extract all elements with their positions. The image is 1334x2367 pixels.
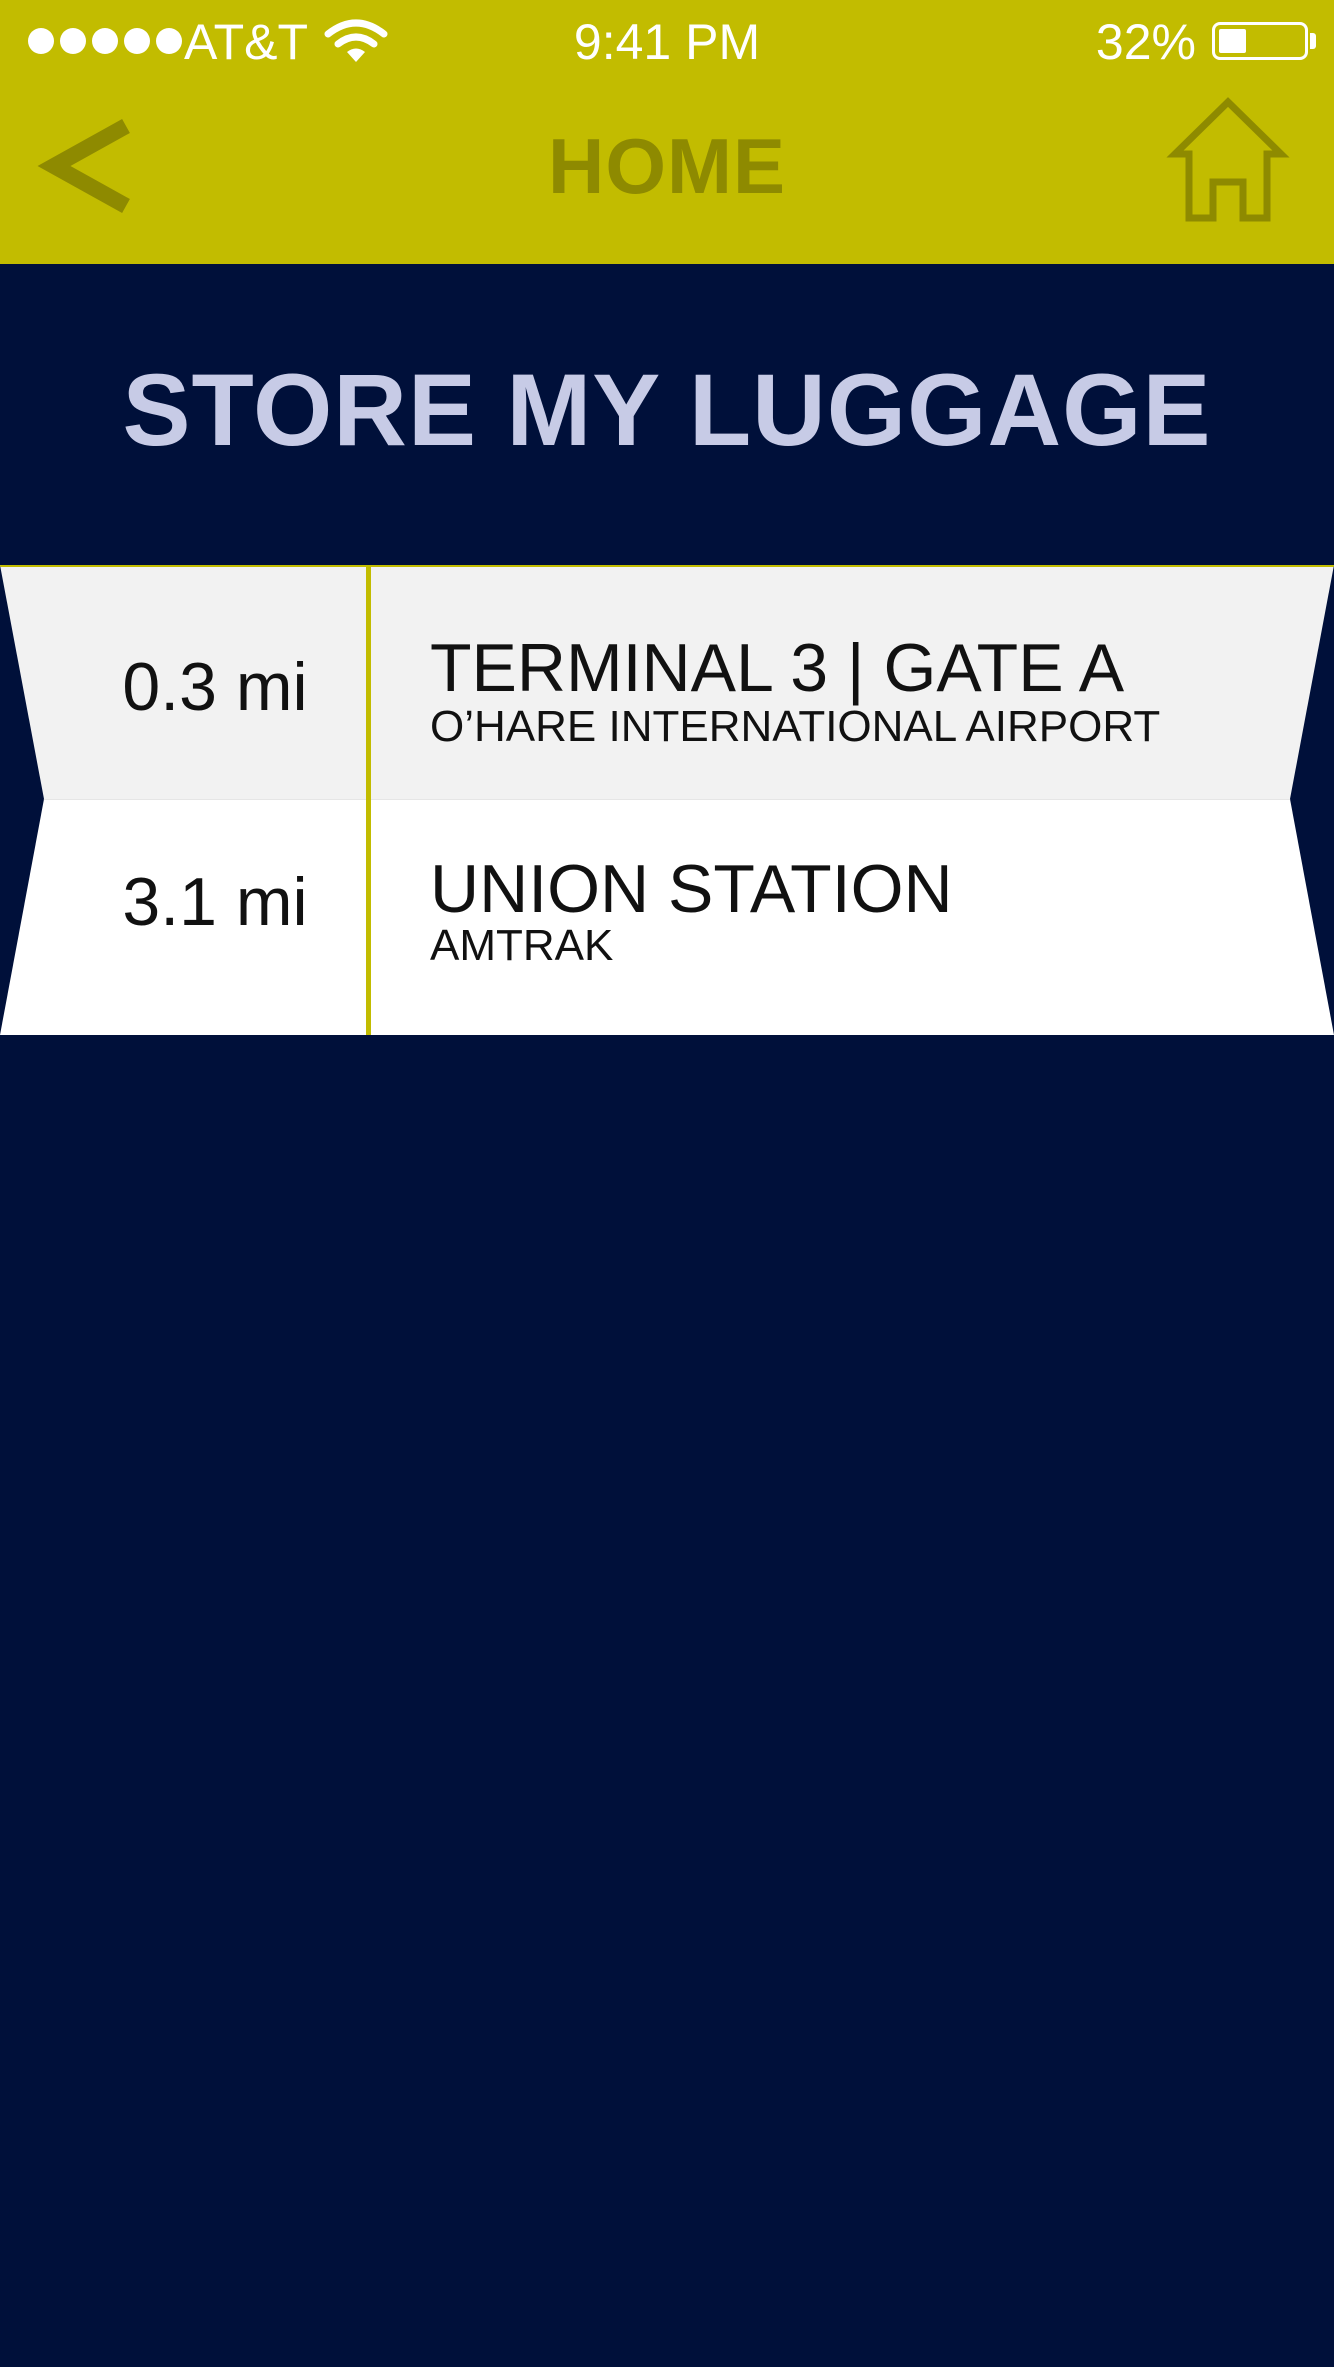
home-button[interactable] — [1165, 94, 1291, 224]
location-name: TERMINAL 3 | GATE A — [430, 630, 1125, 706]
header: AT&T 9:41 PM 32% HOME — [0, 0, 1334, 264]
list-item[interactable]: 0.3 mi TERMINAL 3 | GATE A O’HARE INTERN… — [0, 565, 1334, 799]
battery-tip — [1310, 33, 1316, 49]
distance-label: 0.3 mi — [122, 649, 308, 725]
app-screen: AT&T 9:41 PM 32% HOME STORE MY LUGGAGE 0… — [0, 0, 1334, 2367]
distance-label: 3.1 mi — [122, 864, 308, 940]
navigation-bar: HOME — [0, 84, 1334, 264]
location-subtitle: AMTRAK — [430, 921, 614, 970]
location-list: 0.3 mi TERMINAL 3 | GATE A O’HARE INTERN… — [0, 565, 1334, 1035]
battery-percent: 32% — [1095, 14, 1196, 70]
status-bar: AT&T 9:41 PM 32% — [0, 0, 1334, 84]
battery-icon — [1212, 22, 1308, 60]
list-divider — [366, 565, 371, 1035]
page-title: STORE MY LUGGAGE — [122, 353, 1212, 467]
list-item[interactable]: 3.1 mi UNION STATION AMTRAK — [0, 799, 1334, 1035]
location-name: UNION STATION — [430, 851, 953, 927]
battery-level-fill — [1219, 29, 1246, 53]
home-icon — [1166, 97, 1290, 222]
nav-title: HOME — [548, 122, 786, 210]
location-subtitle: O’HARE INTERNATIONAL AIRPORT — [430, 702, 1161, 751]
